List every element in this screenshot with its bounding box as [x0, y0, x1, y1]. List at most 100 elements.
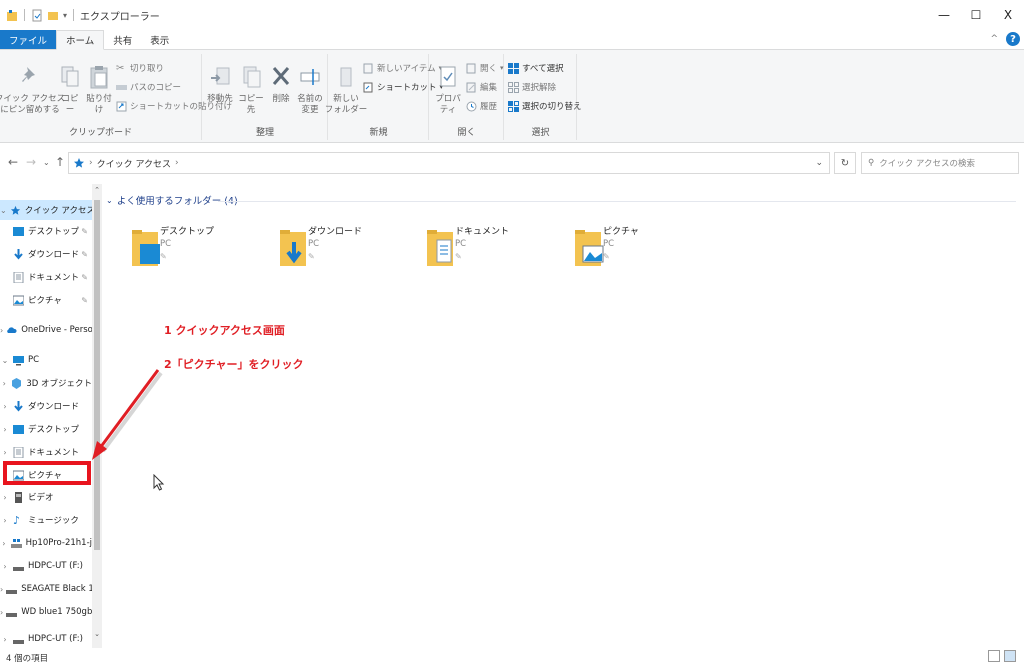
desktop-icon [13, 226, 24, 236]
drive-icon [13, 566, 24, 571]
expand-chevron-icon[interactable]: › [0, 562, 10, 571]
tab-view[interactable]: 表示 [141, 30, 178, 49]
download-arrow-icon [14, 248, 23, 260]
nav-item-pictures-pinned[interactable]: ピクチャ ✎ [0, 290, 92, 310]
large-icons-view-icon[interactable] [1004, 650, 1016, 662]
expand-chevron-icon[interactable]: › [0, 539, 8, 548]
help-icon[interactable]: ? [1006, 32, 1020, 46]
back-arrow-icon[interactable]: ← [8, 155, 18, 169]
collapse-chevron-icon[interactable]: ⌄ [106, 196, 113, 205]
new-folder-icon [340, 67, 352, 87]
expand-chevron-icon[interactable]: › [0, 635, 10, 644]
expand-chevron-icon[interactable]: › [0, 608, 3, 617]
collapse-ribbon-icon[interactable]: ^ [990, 34, 998, 44]
nav-item-videos[interactable]: › ビデオ [0, 487, 92, 507]
expand-chevron-icon[interactable]: › [0, 379, 8, 388]
move-to-button[interactable]: 移動先 [205, 64, 235, 105]
nav-item-desktop[interactable]: › デスクトップ [0, 419, 92, 439]
expand-chevron-icon[interactable]: › [0, 493, 10, 502]
frequent-folders-header[interactable]: ⌄ よく使用するフォルダー (4) [106, 193, 238, 208]
nav-item-drive-f-root[interactable]: › HDPC-UT (F:) [0, 629, 92, 648]
annotation-step-2: 2「ピクチャー」をクリック [164, 358, 304, 371]
up-arrow-icon[interactable]: ↑ [55, 155, 65, 169]
open-button[interactable]: 開く ▾ [466, 62, 504, 74]
maximize-button[interactable]: ☐ [960, 0, 992, 30]
copy-to-icon [243, 66, 261, 88]
nav-item-wd-blue[interactable]: › WD blue1 750gb [0, 602, 92, 622]
refresh-button[interactable]: ↻ [834, 152, 856, 174]
nav-item-3d-objects[interactable]: › 3D オブジェクト [0, 373, 92, 393]
expand-chevron-icon[interactable]: ⌄ [0, 206, 7, 215]
nav-item-seagate[interactable]: › SEAGATE Black 1 [0, 579, 92, 599]
select-none-button[interactable]: 選択解除 [508, 81, 556, 93]
edit-button[interactable]: 編集 [466, 81, 497, 93]
expand-chevron-icon[interactable]: › [0, 516, 10, 525]
folder-tile-documents[interactable]: ドキュメント PC ✎ [425, 224, 555, 274]
tab-file[interactable]: ファイル [0, 30, 57, 49]
nav-scrollbar[interactable]: ⌃ ⌄ [92, 184, 102, 648]
section-title: よく使用するフォルダー (4) [116, 196, 238, 207]
history-button[interactable]: 履歴 [466, 100, 497, 112]
separator [24, 9, 25, 21]
forward-arrow-icon[interactable]: → [26, 155, 36, 169]
scroll-down-icon[interactable]: ⌄ [92, 630, 102, 638]
pin-quick-access-button[interactable]: クイック アクセス にピン留めする [0, 64, 65, 115]
select-all-button[interactable]: すべて選択 [508, 62, 564, 74]
folder-name: ダウンロード [308, 227, 363, 237]
scroll-up-icon[interactable]: ⌃ [92, 186, 102, 194]
nav-item-system-drive[interactable]: › Hp10Pro-21h1-j [0, 533, 92, 553]
copy-to-button[interactable]: コピー先 [236, 64, 266, 115]
nav-item-desktop-pinned[interactable]: デスクトップ ✎ [0, 221, 92, 241]
pin-icon: ✎ [455, 252, 462, 261]
drive-icon [6, 589, 18, 594]
breadcrumb-quick-access[interactable]: クイック アクセス [97, 157, 171, 170]
invert-selection-button[interactable]: 選択の切り替え [508, 100, 582, 112]
nav-item-music[interactable]: › ♪ ミュージック [0, 510, 92, 530]
qat-dropdown-icon[interactable]: ▾ [63, 11, 67, 20]
expand-chevron-icon[interactable]: › [0, 402, 10, 411]
expand-chevron-icon[interactable]: › [0, 326, 3, 335]
ribbon: クイック アクセス にピン留めする コピー 貼り付け ✂ 切り取り パスのコピー… [0, 50, 1024, 143]
edit-icon [466, 82, 476, 92]
nav-item-documents[interactable]: › ドキュメント [0, 442, 92, 462]
folder-tile-pictures[interactable]: ピクチャ PC ✎ [573, 224, 703, 274]
scroll-thumb[interactable] [94, 200, 100, 550]
properties-button[interactable]: プロパティ [432, 64, 464, 115]
details-view-icon[interactable] [988, 650, 1000, 662]
document-icon [13, 271, 24, 283]
paste-button[interactable]: 貼り付け [84, 64, 114, 115]
ribbon-tabs: ファイル ホーム 共有 表示 [0, 30, 1024, 50]
expand-chevron-icon[interactable]: › [0, 448, 10, 457]
cut-button[interactable]: ✂ 切り取り [116, 62, 164, 75]
nav-item-onedrive[interactable]: › OneDrive - Person [0, 320, 92, 340]
expand-chevron-icon[interactable]: › [0, 425, 10, 434]
expand-chevron-icon[interactable]: ⌄ [0, 356, 10, 365]
new-folder-button[interactable]: 新しい フォルダー [325, 64, 367, 115]
new-folder-qat-icon[interactable] [47, 9, 59, 22]
minimize-button[interactable]: — [928, 0, 960, 30]
nav-item-drive-f[interactable]: › HDPC-UT (F:) [0, 556, 92, 576]
nav-item-pc[interactable]: ⌄ PC [0, 350, 92, 370]
properties-icon[interactable] [31, 9, 43, 22]
nav-item-quick-access[interactable]: ⌄ クイック アクセス [0, 200, 92, 220]
close-button[interactable]: X [992, 0, 1024, 30]
refresh-icon: ↻ [840, 157, 850, 169]
copy-button[interactable]: コピー [58, 64, 82, 115]
address-bar[interactable]: › クイック アクセス › ⌄ [68, 152, 830, 174]
nav-item-downloads[interactable]: › ダウンロード [0, 396, 92, 416]
rename-button[interactable]: 名前の 変更 [295, 64, 325, 115]
title-bar: ▾ エクスプローラー — ☐ X [0, 0, 1024, 30]
address-dropdown-icon[interactable]: ⌄ [815, 158, 823, 168]
recent-dropdown-icon[interactable]: ⌄ [43, 158, 50, 167]
search-input[interactable]: ⚲ クイック アクセスの検索 [861, 152, 1019, 174]
expand-chevron-icon[interactable]: › [0, 585, 3, 594]
folder-tile-downloads[interactable]: ダウンロード PC ✎ [278, 224, 408, 274]
tab-home[interactable]: ホーム [56, 30, 105, 50]
tab-share[interactable]: 共有 [104, 30, 141, 49]
delete-button[interactable]: 削除 [269, 64, 293, 105]
nav-item-documents-pinned[interactable]: ドキュメント ✎ [0, 267, 92, 287]
folder-tile-desktop[interactable]: デスクトップ PC ✎ [130, 224, 260, 274]
copy-icon [61, 66, 79, 87]
copy-path-button[interactable]: パスのコピー [116, 81, 181, 93]
nav-item-downloads-pinned[interactable]: ダウンロード ✎ [0, 244, 92, 264]
